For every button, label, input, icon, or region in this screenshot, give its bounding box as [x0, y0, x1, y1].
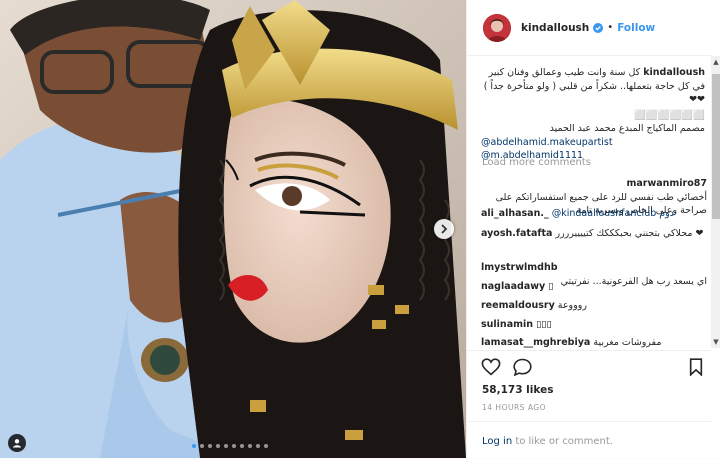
comment-text: روووعة — [557, 300, 587, 311]
scroll-down-arrow[interactable]: ▼ — [712, 338, 720, 346]
comment-text: محلاكي بتجنني بحبكككك كتييييرررر ❤ — [555, 228, 704, 239]
comment-text: ▯▯▯ — [536, 319, 552, 330]
caption-username[interactable]: kindalloush — [643, 67, 705, 78]
caption-mention-1[interactable]: @abdelhamid.makeupartist — [481, 136, 705, 150]
post-actions-bar — [467, 350, 711, 381]
carousel-dot — [240, 444, 244, 448]
heart-icon — [481, 358, 501, 376]
likes-count[interactable]: 58,173 likes — [482, 384, 553, 396]
carousel-dot — [256, 444, 260, 448]
comment-username[interactable]: lmystrwlmdhb — [481, 262, 558, 273]
comment-username[interactable]: reemaldousry — [481, 300, 555, 311]
comment-item: reemaldousry روووعة — [481, 299, 707, 313]
bookmark-button[interactable] — [689, 358, 703, 379]
comments-list: kindalloush كل سنة وانت طيب وعمالق وفنان… — [467, 56, 711, 348]
chevron-right-icon — [441, 224, 448, 234]
avatar[interactable] — [483, 13, 511, 42]
comment-item: ali_alhasan._ @kindaalloushfanclub دوم — [481, 207, 707, 221]
post-caption: kindalloush كل سنة وانت طيب وعمالق وفنان… — [481, 67, 705, 161]
scrollbar-thumb[interactable] — [712, 74, 720, 219]
login-prompt: Log in to like or comment. — [467, 421, 711, 459]
carousel-dot — [208, 444, 212, 448]
load-more-comments-link[interactable]: Load more comments — [482, 157, 591, 168]
comment-text: مفروشات مغربية — [593, 337, 662, 348]
header-separator: • — [607, 22, 614, 33]
carousel-dot — [248, 444, 252, 448]
carousel-dot — [216, 444, 220, 448]
login-link[interactable]: Log in — [482, 436, 512, 447]
carousel-dot — [232, 444, 236, 448]
comment-item: sulinamin ▯▯▯ — [481, 318, 707, 332]
user-tags-button[interactable] — [8, 434, 26, 452]
bookmark-icon — [689, 358, 703, 377]
post-header: kindalloush • Follow — [467, 0, 711, 56]
comment-username[interactable]: lamasat__mghrebiya — [481, 337, 590, 348]
comment-text: @kindaalloushfanclub دوم — [551, 208, 674, 219]
comment-text: ▯ — [548, 281, 554, 292]
comments-scrollbar[interactable]: ▲ ▼ — [711, 56, 720, 348]
comment-username[interactable]: sulinamin — [481, 319, 533, 330]
avatar-image — [483, 13, 511, 42]
comment-icon — [513, 358, 532, 377]
login-prompt-text: to like or comment. — [512, 436, 613, 447]
scroll-up-arrow[interactable]: ▲ — [712, 58, 720, 66]
post-photo[interactable] — [0, 0, 466, 458]
caption-credit: مصمم الماكياج المبدع محمد عبد الحميد — [549, 123, 705, 134]
carousel-dot — [224, 444, 228, 448]
comment-username[interactable]: ayosh.fatafta — [481, 228, 552, 239]
photo-illustration — [0, 0, 466, 458]
user-tag-icon — [13, 439, 21, 448]
comment-button[interactable] — [513, 358, 532, 379]
verified-badge-icon — [593, 22, 604, 33]
carousel-indicator — [192, 444, 268, 448]
carousel-next-button[interactable] — [434, 219, 454, 239]
comment-username[interactable]: ali_alhasan._ — [481, 208, 549, 219]
post-side-panel: kindalloush • Follow kindalloush كل سنة … — [466, 0, 720, 458]
like-button[interactable] — [481, 358, 501, 379]
username-link[interactable]: kindalloush — [521, 22, 589, 34]
comment-item: lamasat__mghrebiya مفروشات مغربية — [481, 336, 707, 348]
carousel-dot — [264, 444, 268, 448]
comment-item: naglaadawy ▯ — [481, 280, 707, 294]
carousel-dot — [200, 444, 204, 448]
carousel-dot — [192, 444, 196, 448]
post-timestamp[interactable]: 14 HOURS AGO — [482, 403, 546, 412]
follow-button[interactable]: Follow — [617, 22, 655, 34]
comment-username[interactable]: naglaadawy — [481, 281, 545, 292]
comment-item: ayosh.fatafta محلاكي بتجنني بحبكككك كتيي… — [481, 227, 707, 241]
comment-username[interactable]: marwanmiro87 — [626, 178, 707, 189]
